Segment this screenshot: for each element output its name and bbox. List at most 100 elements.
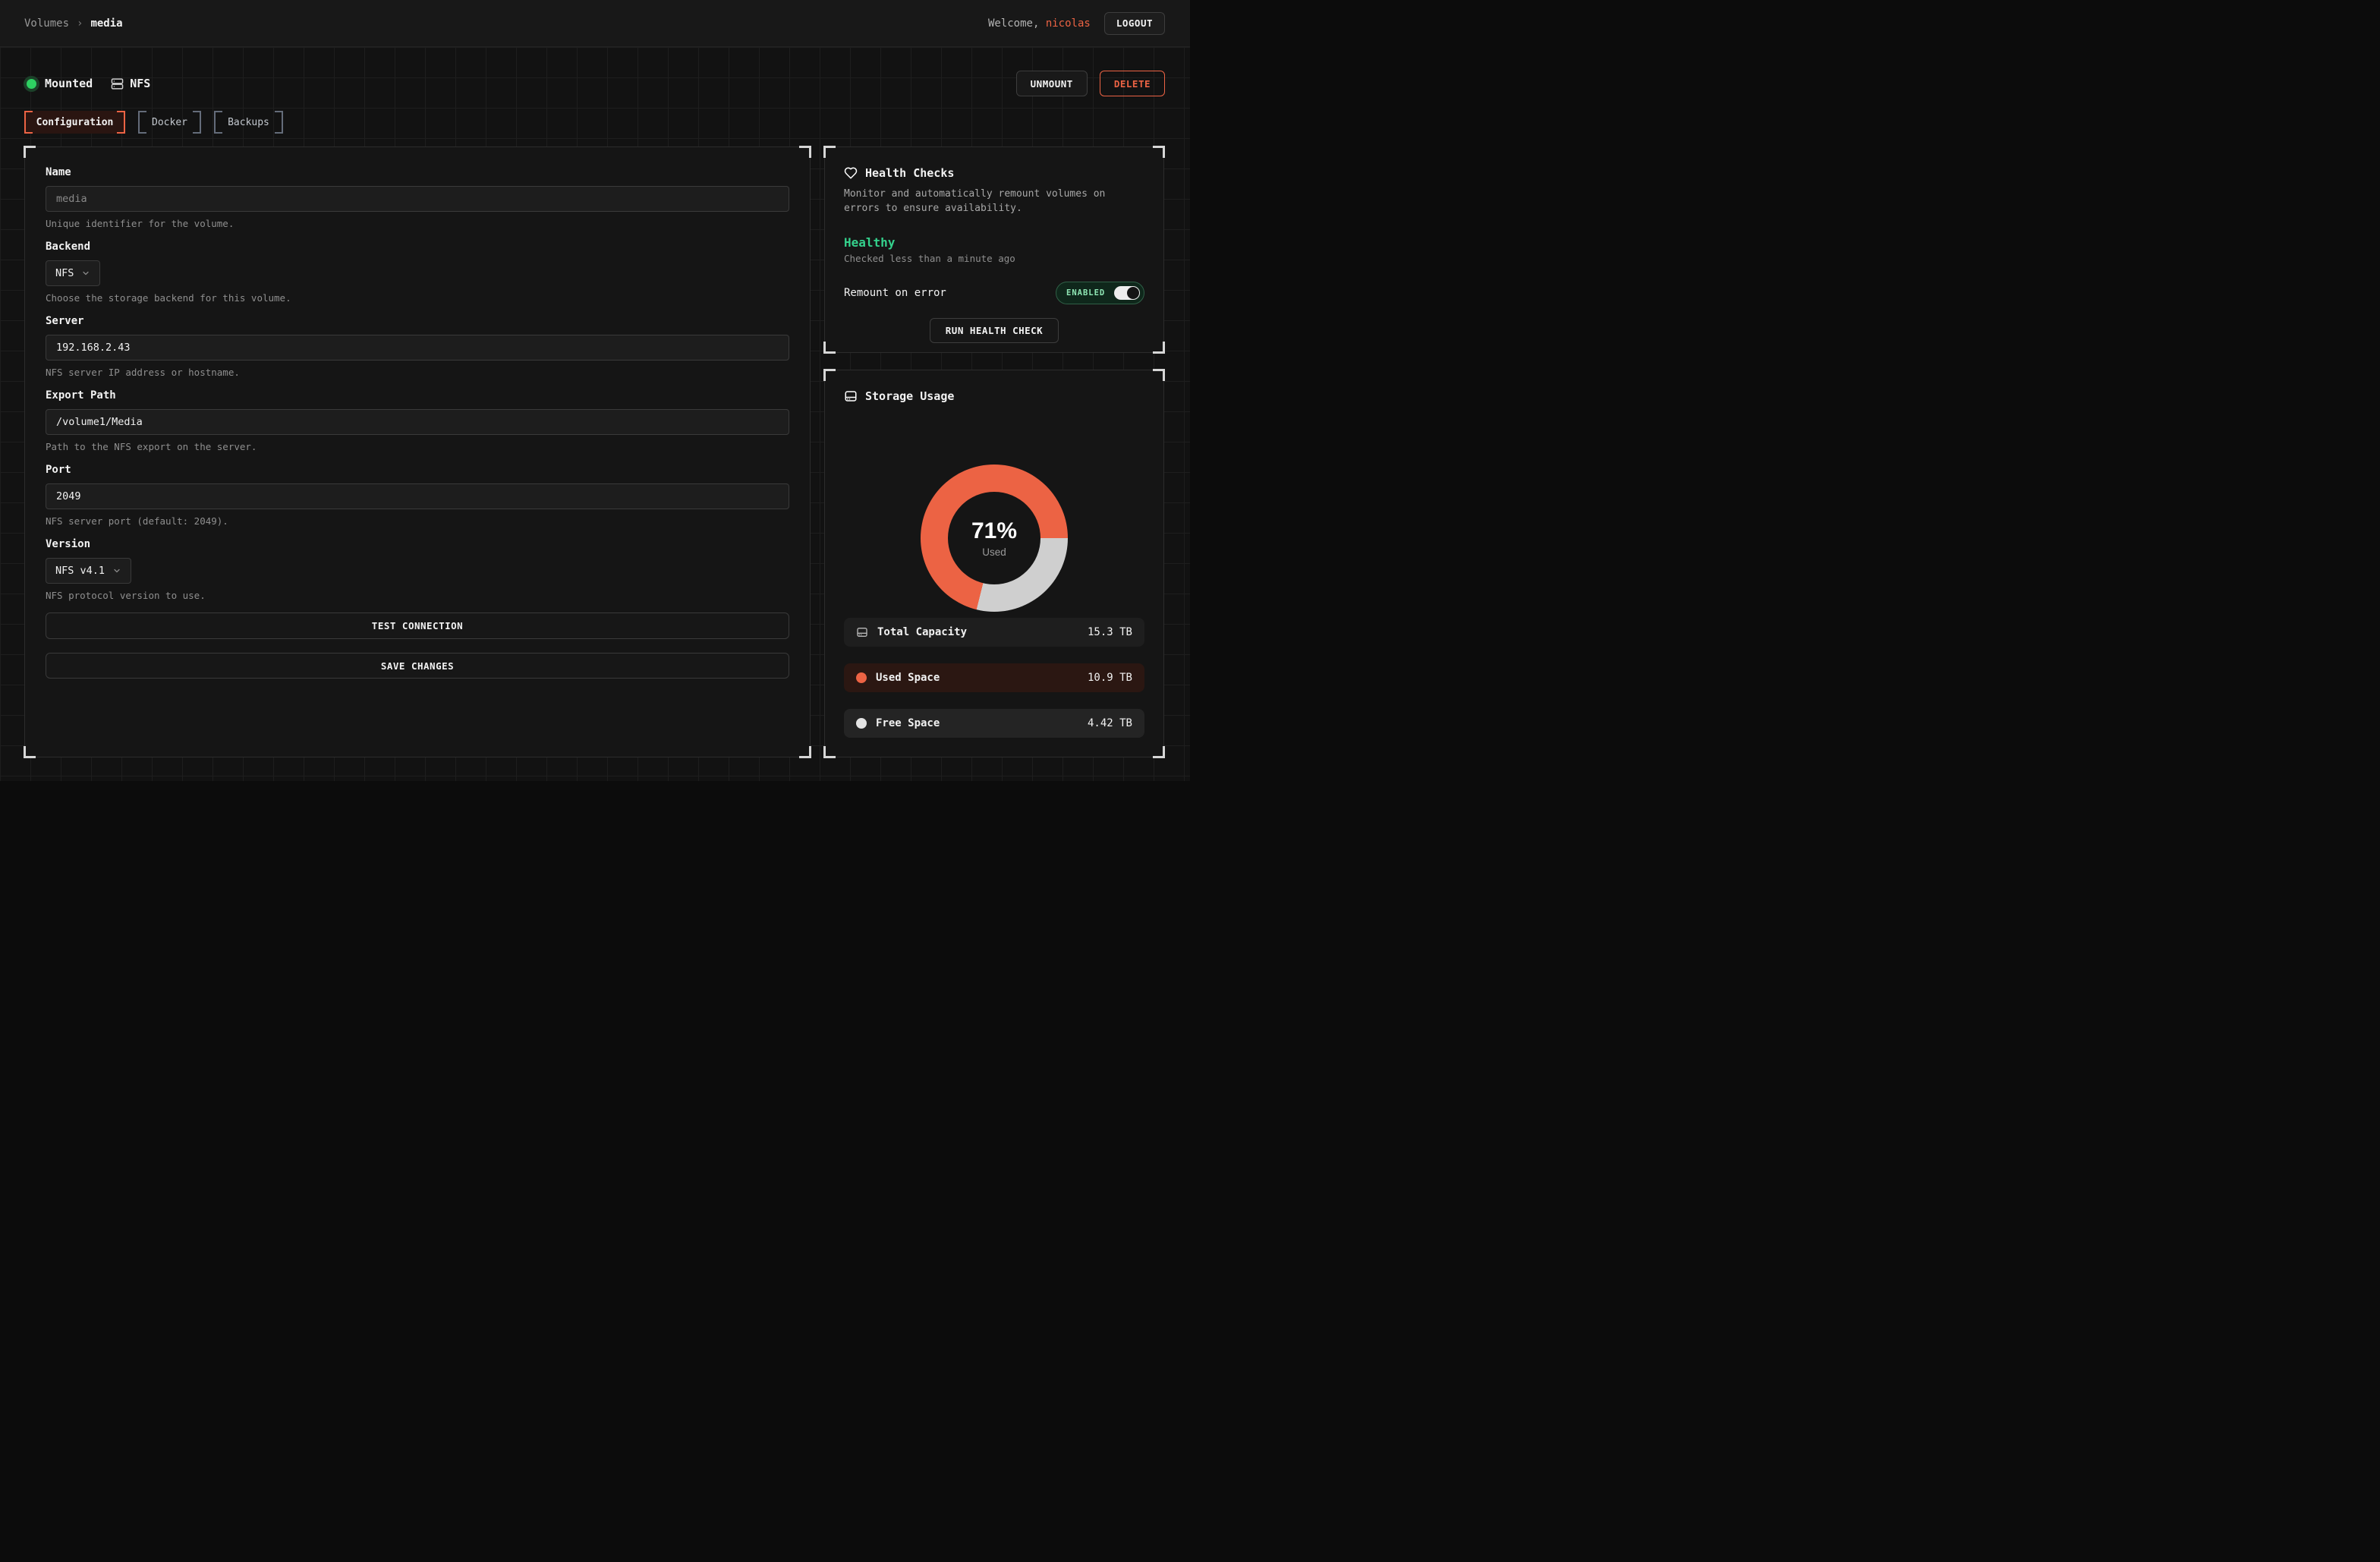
- port-field-group: Port NFS server port (default: 2049).: [46, 464, 789, 527]
- backend-label: Backend: [46, 241, 789, 254]
- server-input[interactable]: [46, 335, 789, 361]
- total-capacity-value: 15.3 TB: [1088, 626, 1132, 638]
- backend-badge: NFS: [130, 77, 150, 90]
- page-content: Mounted NFS UNMOUNT DELETE Configuration…: [0, 47, 1190, 781]
- remount-toggle[interactable]: ENABLED: [1056, 282, 1144, 304]
- corner-bracket: [799, 746, 811, 758]
- used-space-row: Used Space 10.9 TB: [844, 663, 1144, 692]
- run-health-check-button[interactable]: RUN HEALTH CHECK: [930, 318, 1059, 343]
- health-status-badge: Healthy: [844, 235, 1144, 250]
- export-path-field-group: Export Path Path to the NFS export on th…: [46, 389, 789, 453]
- storage-usage-panel: Storage Usage 71% Used Total Capacity 15…: [824, 370, 1164, 757]
- used-space-dot: [856, 672, 867, 683]
- server-field-group: Server NFS server IP address or hostname…: [46, 315, 789, 379]
- version-help: NFS protocol version to use.: [46, 590, 789, 602]
- configuration-panel: Name Unique identifier for the volume. B…: [24, 146, 811, 757]
- corner-bracket: [1153, 146, 1165, 158]
- total-capacity-label: Total Capacity: [877, 626, 967, 638]
- topbar-right: Welcome, nicolas LOGOUT: [988, 12, 1165, 35]
- corner-bracket: [823, 369, 836, 381]
- heart-icon: [844, 166, 858, 180]
- port-help: NFS server port (default: 2049).: [46, 515, 789, 527]
- corner-bracket: [1153, 369, 1165, 381]
- corner-bracket: [823, 146, 836, 158]
- backend-field-group: Backend NFS Choose the storage backend f…: [46, 241, 789, 304]
- unmount-button[interactable]: UNMOUNT: [1016, 71, 1088, 96]
- storage-percent-used: 71%: [971, 518, 1017, 544]
- name-label: Name: [46, 166, 789, 179]
- version-field-group: Version NFS v4.1 NFS protocol version to…: [46, 538, 789, 602]
- chevron-right-icon: ›: [77, 17, 83, 30]
- port-input[interactable]: [46, 483, 789, 509]
- health-description: Monitor and automatically remount volume…: [844, 187, 1144, 216]
- used-space-value: 10.9 TB: [1088, 672, 1132, 684]
- toggle-track: [1114, 286, 1140, 300]
- remount-on-error-label: Remount on error: [844, 287, 946, 299]
- free-space-row: Free Space 4.42 TB: [844, 709, 1144, 738]
- storage-donut-chart: 71% Used: [921, 465, 1068, 612]
- volume-status-row: Mounted NFS UNMOUNT DELETE: [24, 71, 1165, 96]
- version-select-value: NFS v4.1: [55, 565, 105, 577]
- server-icon: [111, 77, 124, 90]
- health-last-checked: Checked less than a minute ago: [844, 253, 1144, 266]
- mounted-status-label: Mounted: [45, 77, 93, 90]
- corner-bracket: [799, 146, 811, 158]
- save-changes-button[interactable]: SAVE CHANGES: [46, 653, 789, 679]
- backend-help: Choose the storage backend for this volu…: [46, 292, 789, 304]
- health-checks-panel: Health Checks Monitor and automatically …: [824, 146, 1164, 353]
- storage-donut-wrap: 71% Used: [844, 465, 1144, 612]
- free-space-value: 4.42 TB: [1088, 717, 1132, 729]
- chevron-down-icon: [112, 566, 121, 575]
- remount-on-error-row: Remount on error ENABLED: [844, 282, 1144, 304]
- storage-donut-center: 71% Used: [948, 492, 1040, 584]
- welcome-text: Welcome, nicolas: [988, 17, 1091, 30]
- health-panel-title: Health Checks: [844, 165, 1144, 181]
- total-capacity-row: Total Capacity 15.3 TB: [844, 618, 1144, 647]
- toggle-knob: [1127, 287, 1139, 299]
- server-label: Server: [46, 315, 789, 328]
- version-select[interactable]: NFS v4.1: [46, 558, 131, 584]
- remount-toggle-state: ENABLED: [1066, 288, 1105, 298]
- server-help: NFS server IP address or hostname.: [46, 367, 789, 379]
- backend-select[interactable]: NFS: [46, 260, 100, 286]
- tab-backups[interactable]: Backups: [214, 111, 283, 134]
- free-space-dot: [856, 718, 867, 729]
- used-space-label: Used Space: [876, 672, 940, 684]
- tab-bar: Configuration Docker Backups: [24, 111, 283, 134]
- name-help: Unique identifier for the volume.: [46, 218, 789, 230]
- chevron-down-icon: [81, 269, 90, 278]
- export-path-input[interactable]: [46, 409, 789, 435]
- storage-panel-title: Storage Usage: [844, 389, 1144, 404]
- logout-button[interactable]: LOGOUT: [1104, 12, 1165, 35]
- version-label: Version: [46, 538, 789, 551]
- hard-drive-icon: [844, 389, 858, 403]
- corner-bracket: [24, 146, 36, 158]
- backend-select-value: NFS: [55, 267, 74, 279]
- tab-configuration[interactable]: Configuration: [24, 111, 125, 134]
- delete-button[interactable]: DELETE: [1100, 71, 1165, 96]
- test-connection-button[interactable]: TEST CONNECTION: [46, 613, 789, 639]
- storage-panel-title-text: Storage Usage: [865, 389, 954, 403]
- corner-bracket: [24, 746, 36, 758]
- mounted-status-dot: [27, 79, 36, 89]
- free-space-label: Free Space: [876, 717, 940, 729]
- export-path-label: Export Path: [46, 389, 789, 402]
- health-panel-title-text: Health Checks: [865, 166, 954, 180]
- corner-bracket: [1153, 746, 1165, 758]
- welcome-prefix: Welcome,: [988, 17, 1039, 30]
- corner-bracket: [1153, 342, 1165, 354]
- tab-docker[interactable]: Docker: [138, 111, 201, 134]
- breadcrumb: Volumes › media: [24, 17, 123, 30]
- app-root: Volumes › media Welcome, nicolas LOGOUT …: [0, 0, 1190, 781]
- storage-percent-caption: Used: [982, 546, 1006, 558]
- breadcrumb-volumes-link[interactable]: Volumes: [24, 17, 69, 30]
- breadcrumb-current: media: [90, 17, 122, 30]
- hard-drive-icon: [856, 626, 868, 638]
- name-field-group: Name Unique identifier for the volume.: [46, 166, 789, 230]
- run-health-check-row: RUN HEALTH CHECK: [844, 318, 1144, 343]
- username: nicolas: [1046, 17, 1091, 30]
- form-actions: TEST CONNECTION SAVE CHANGES: [46, 613, 789, 679]
- export-path-help: Path to the NFS export on the server.: [46, 441, 789, 453]
- port-label: Port: [46, 464, 789, 477]
- name-input[interactable]: [46, 186, 789, 212]
